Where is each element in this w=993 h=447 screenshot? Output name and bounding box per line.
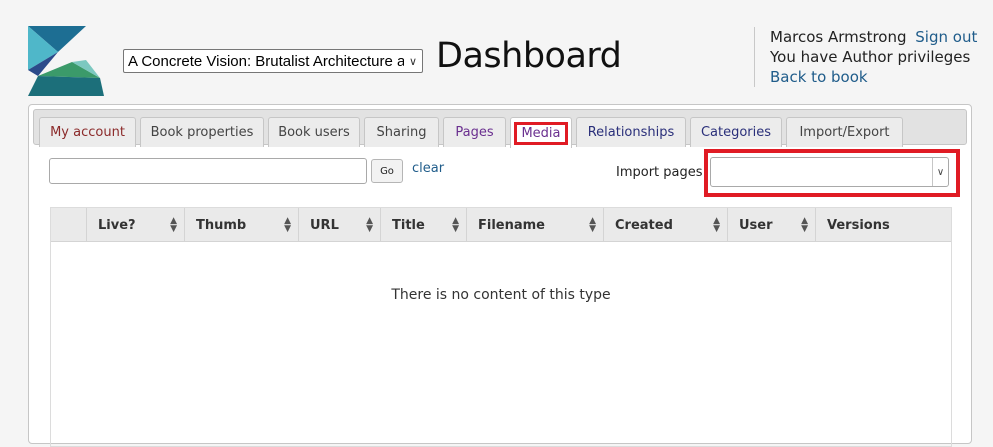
column-header-created[interactable]: Created ▲ ▼	[604, 208, 728, 242]
sort-icon: ▲ ▼	[170, 216, 177, 234]
column-header-user[interactable]: User ▲ ▼	[728, 208, 816, 242]
sign-out-link[interactable]: Sign out	[915, 28, 977, 46]
chevron-down-icon: ∨	[408, 55, 418, 68]
sort-icon: ▲ ▼	[713, 216, 720, 234]
user-box: Marcos Armstrong Sign out You have Autho…	[754, 27, 977, 87]
tab-categories[interactable]: Categories	[690, 117, 782, 147]
tab-import-export[interactable]: Import/Export	[786, 117, 903, 147]
sort-icon: ▲ ▼	[589, 216, 596, 234]
sort-icon: ▲ ▼	[284, 216, 291, 234]
tab-label: Import/Export	[799, 125, 890, 140]
tab-label: Book properties	[150, 125, 254, 140]
page-title: Dashboard	[436, 36, 622, 76]
column-header-versions[interactable]: Versions	[816, 208, 951, 242]
tab-label: Categories	[700, 125, 772, 140]
search-input[interactable]	[49, 158, 367, 184]
tab-label: My account	[50, 125, 125, 140]
tab-relationships[interactable]: Relationships	[576, 117, 686, 147]
back-to-book-link[interactable]: Back to book	[770, 68, 868, 86]
tab-label: Book users	[278, 125, 350, 140]
book-select-value: A Concrete Vision: Brutalist Architectur…	[128, 52, 404, 70]
sort-icon: ▲ ▼	[801, 216, 808, 234]
import-pages-label: Import pages:	[616, 165, 707, 180]
tab-my-account[interactable]: My account	[39, 117, 136, 147]
tab-bar: My account Book properties Book users Sh…	[33, 109, 967, 148]
column-header-thumb[interactable]: Thumb ▲ ▼	[185, 208, 299, 242]
privileges-text: You have Author privileges	[770, 48, 971, 66]
tab-sharing[interactable]: Sharing	[364, 117, 439, 147]
tab-media[interactable]: Media	[510, 117, 572, 148]
tab-label: Media	[514, 121, 568, 145]
column-header-url[interactable]: URL ▲ ▼	[299, 208, 381, 242]
tab-label: Pages	[455, 125, 494, 140]
book-select[interactable]: A Concrete Vision: Brutalist Architectur…	[123, 49, 423, 73]
chevron-down-icon: ∨	[932, 158, 948, 186]
tab-label: Sharing	[376, 125, 427, 140]
column-header-filename[interactable]: Filename ▲ ▼	[467, 208, 604, 242]
column-header-live[interactable]: Live? ▲ ▼	[87, 208, 185, 242]
tab-pages[interactable]: Pages	[443, 117, 506, 147]
tab-label: Relationships	[587, 125, 675, 140]
column-header-title[interactable]: Title ▲ ▼	[381, 208, 467, 242]
user-name: Marcos Armstrong	[770, 28, 907, 46]
go-button[interactable]: Go	[371, 159, 403, 183]
sort-icon: ▲ ▼	[452, 216, 459, 234]
import-pages-select[interactable]: ∨	[710, 157, 949, 187]
column-header-select[interactable]	[51, 208, 87, 242]
scalar-logo	[28, 26, 104, 96]
tab-book-users[interactable]: Book users	[268, 117, 360, 147]
media-table: Live? ▲ ▼ Thumb ▲ ▼ URL ▲ ▼ Title ▲ ▼ Filena…	[50, 207, 952, 447]
sort-icon: ▲ ▼	[366, 216, 373, 234]
dashboard-panel: My account Book properties Book users Sh…	[28, 104, 972, 447]
table-header: Live? ▲ ▼ Thumb ▲ ▼ URL ▲ ▼ Title ▲ ▼ Filena…	[51, 208, 951, 242]
tab-book-properties[interactable]: Book properties	[140, 117, 264, 147]
clear-link[interactable]: clear	[412, 161, 444, 176]
empty-table-message: There is no content of this type	[391, 287, 611, 303]
